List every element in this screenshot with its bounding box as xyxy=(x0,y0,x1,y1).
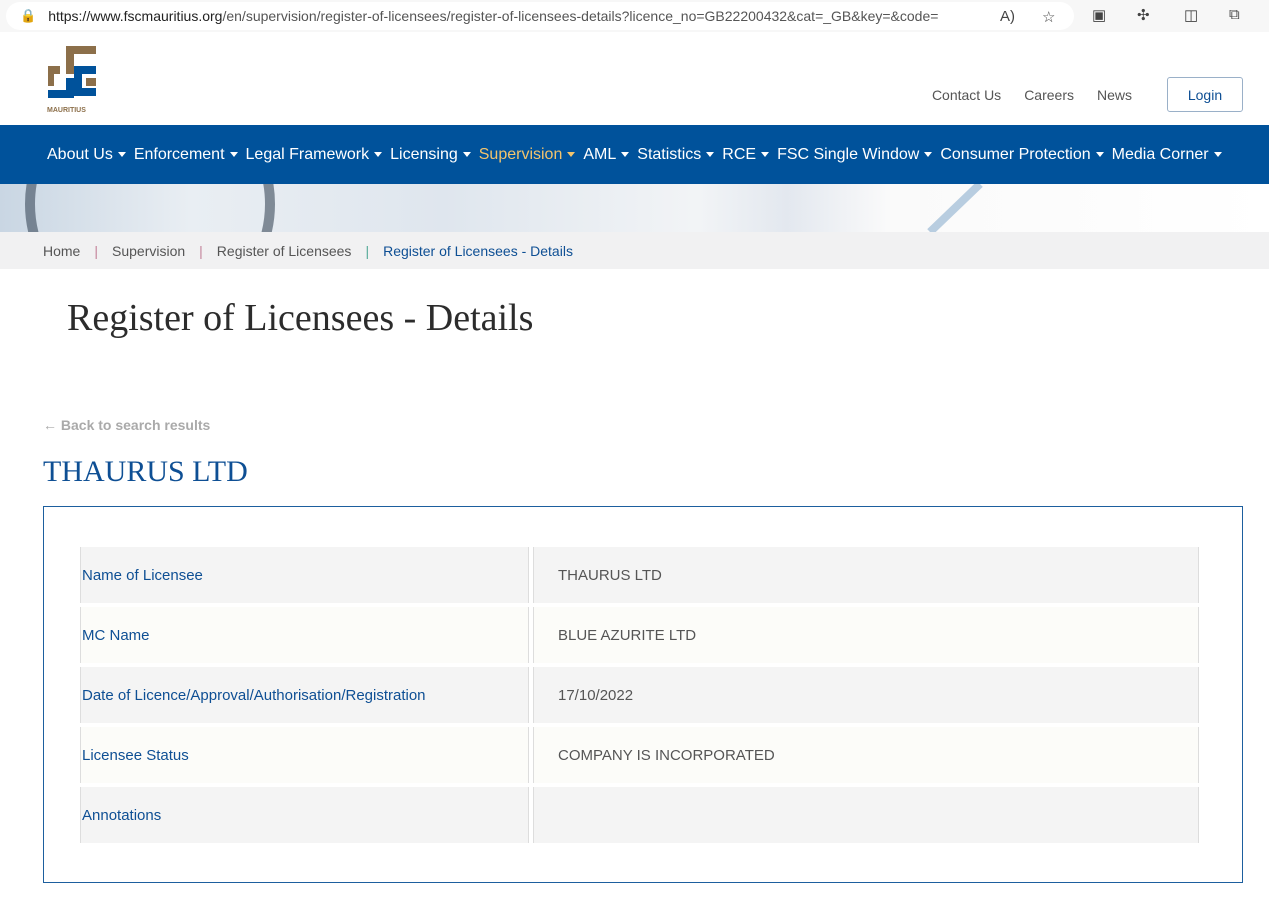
lock-icon: 🔒 xyxy=(20,8,37,23)
nav-enforcement[interactable]: Enforcement xyxy=(134,146,238,164)
table-row: Date of Licence/Approval/Authorisation/R… xyxy=(80,667,1199,723)
split-screen-icon[interactable]: ◫ xyxy=(1184,6,1198,24)
field-value: THAURUS LTD xyxy=(533,547,1199,603)
details-panel: Name of Licensee THAURUS LTD MC Name BLUE … xyxy=(43,506,1243,883)
puzzle-icon[interactable]: ✣ xyxy=(1137,6,1150,24)
url-path: /en/supervision/register-of-licensees/re… xyxy=(222,8,939,24)
nav-media-corner[interactable]: Media Corner xyxy=(1112,146,1222,164)
field-label: Date of Licence/Approval/Authorisation/R… xyxy=(80,667,529,723)
favorite-star-icon[interactable]: ☆ xyxy=(1042,8,1055,26)
nav-statistics[interactable]: Statistics xyxy=(637,146,714,164)
breadcrumb-home[interactable]: Home xyxy=(43,243,80,259)
nav-about-us[interactable]: About Us xyxy=(47,146,126,164)
site-header: MAURITIUS Contact Us Careers News Login xyxy=(0,32,1269,125)
banner-image xyxy=(0,184,1269,232)
nav-rce[interactable]: RCE xyxy=(722,146,769,164)
nav-licensing[interactable]: Licensing xyxy=(390,146,471,164)
breadcrumb: Home | Supervision | Register of Licensees… xyxy=(0,232,1269,269)
nav-legal-framework[interactable]: Legal Framework xyxy=(246,146,383,164)
careers-link[interactable]: Careers xyxy=(1024,87,1074,103)
main-nav: About Us Enforcement Legal Framework Lic… xyxy=(0,125,1269,184)
field-value: 17/10/2022 xyxy=(533,667,1199,723)
field-value xyxy=(533,787,1199,843)
details-table: Name of Licensee THAURUS LTD MC Name BLUE … xyxy=(76,543,1203,847)
field-label: MC Name xyxy=(80,607,529,663)
browser-address-bar: 🔒 https://www.fscmauritius.org/en/superv… xyxy=(0,0,1269,32)
field-label: Licensee Status xyxy=(80,727,529,783)
nav-aml[interactable]: AML xyxy=(583,146,629,164)
field-label: Annotations xyxy=(80,787,529,843)
news-link[interactable]: News xyxy=(1097,87,1132,103)
field-value: COMPANY IS INCORPORATED xyxy=(533,727,1199,783)
company-name: THAURUS LTD xyxy=(43,455,248,488)
contact-us-link[interactable]: Contact Us xyxy=(932,87,1001,103)
field-label: Name of Licensee xyxy=(80,547,529,603)
nav-consumer-protection[interactable]: Consumer Protection xyxy=(940,146,1103,164)
table-row: Annotations xyxy=(80,787,1199,843)
breadcrumb-supervision[interactable]: Supervision xyxy=(112,243,185,259)
extension-icon[interactable]: ▣ xyxy=(1092,6,1106,24)
svg-text:MAURITIUS: MAURITIUS xyxy=(47,107,86,114)
url-host: https://www.fscmauritius.org xyxy=(48,8,223,24)
read-aloud-icon[interactable]: A) xyxy=(1000,8,1015,25)
collections-icon[interactable]: ⧉ xyxy=(1229,6,1240,23)
table-row: Licensee Status COMPANY IS INCORPORATED xyxy=(80,727,1199,783)
fsc-logo[interactable]: MAURITIUS xyxy=(46,44,100,116)
field-value: BLUE AZURITE LTD xyxy=(533,607,1199,663)
breadcrumb-current: Register of Licensees - Details xyxy=(383,242,573,259)
nav-fsc-single-window[interactable]: FSC Single Window xyxy=(777,146,932,164)
breadcrumb-register[interactable]: Register of Licensees xyxy=(217,243,352,259)
back-to-search-link[interactable]: ← Back to search results xyxy=(43,417,210,433)
nav-supervision[interactable]: Supervision xyxy=(479,146,576,164)
login-button[interactable]: Login xyxy=(1167,77,1243,112)
url-field[interactable]: 🔒 https://www.fscmauritius.org/en/superv… xyxy=(6,2,1074,30)
table-row: MC Name BLUE AZURITE LTD xyxy=(80,607,1199,663)
page-title: Register of Licensees - Details xyxy=(67,297,534,339)
table-row: Name of Licensee THAURUS LTD xyxy=(80,547,1199,603)
